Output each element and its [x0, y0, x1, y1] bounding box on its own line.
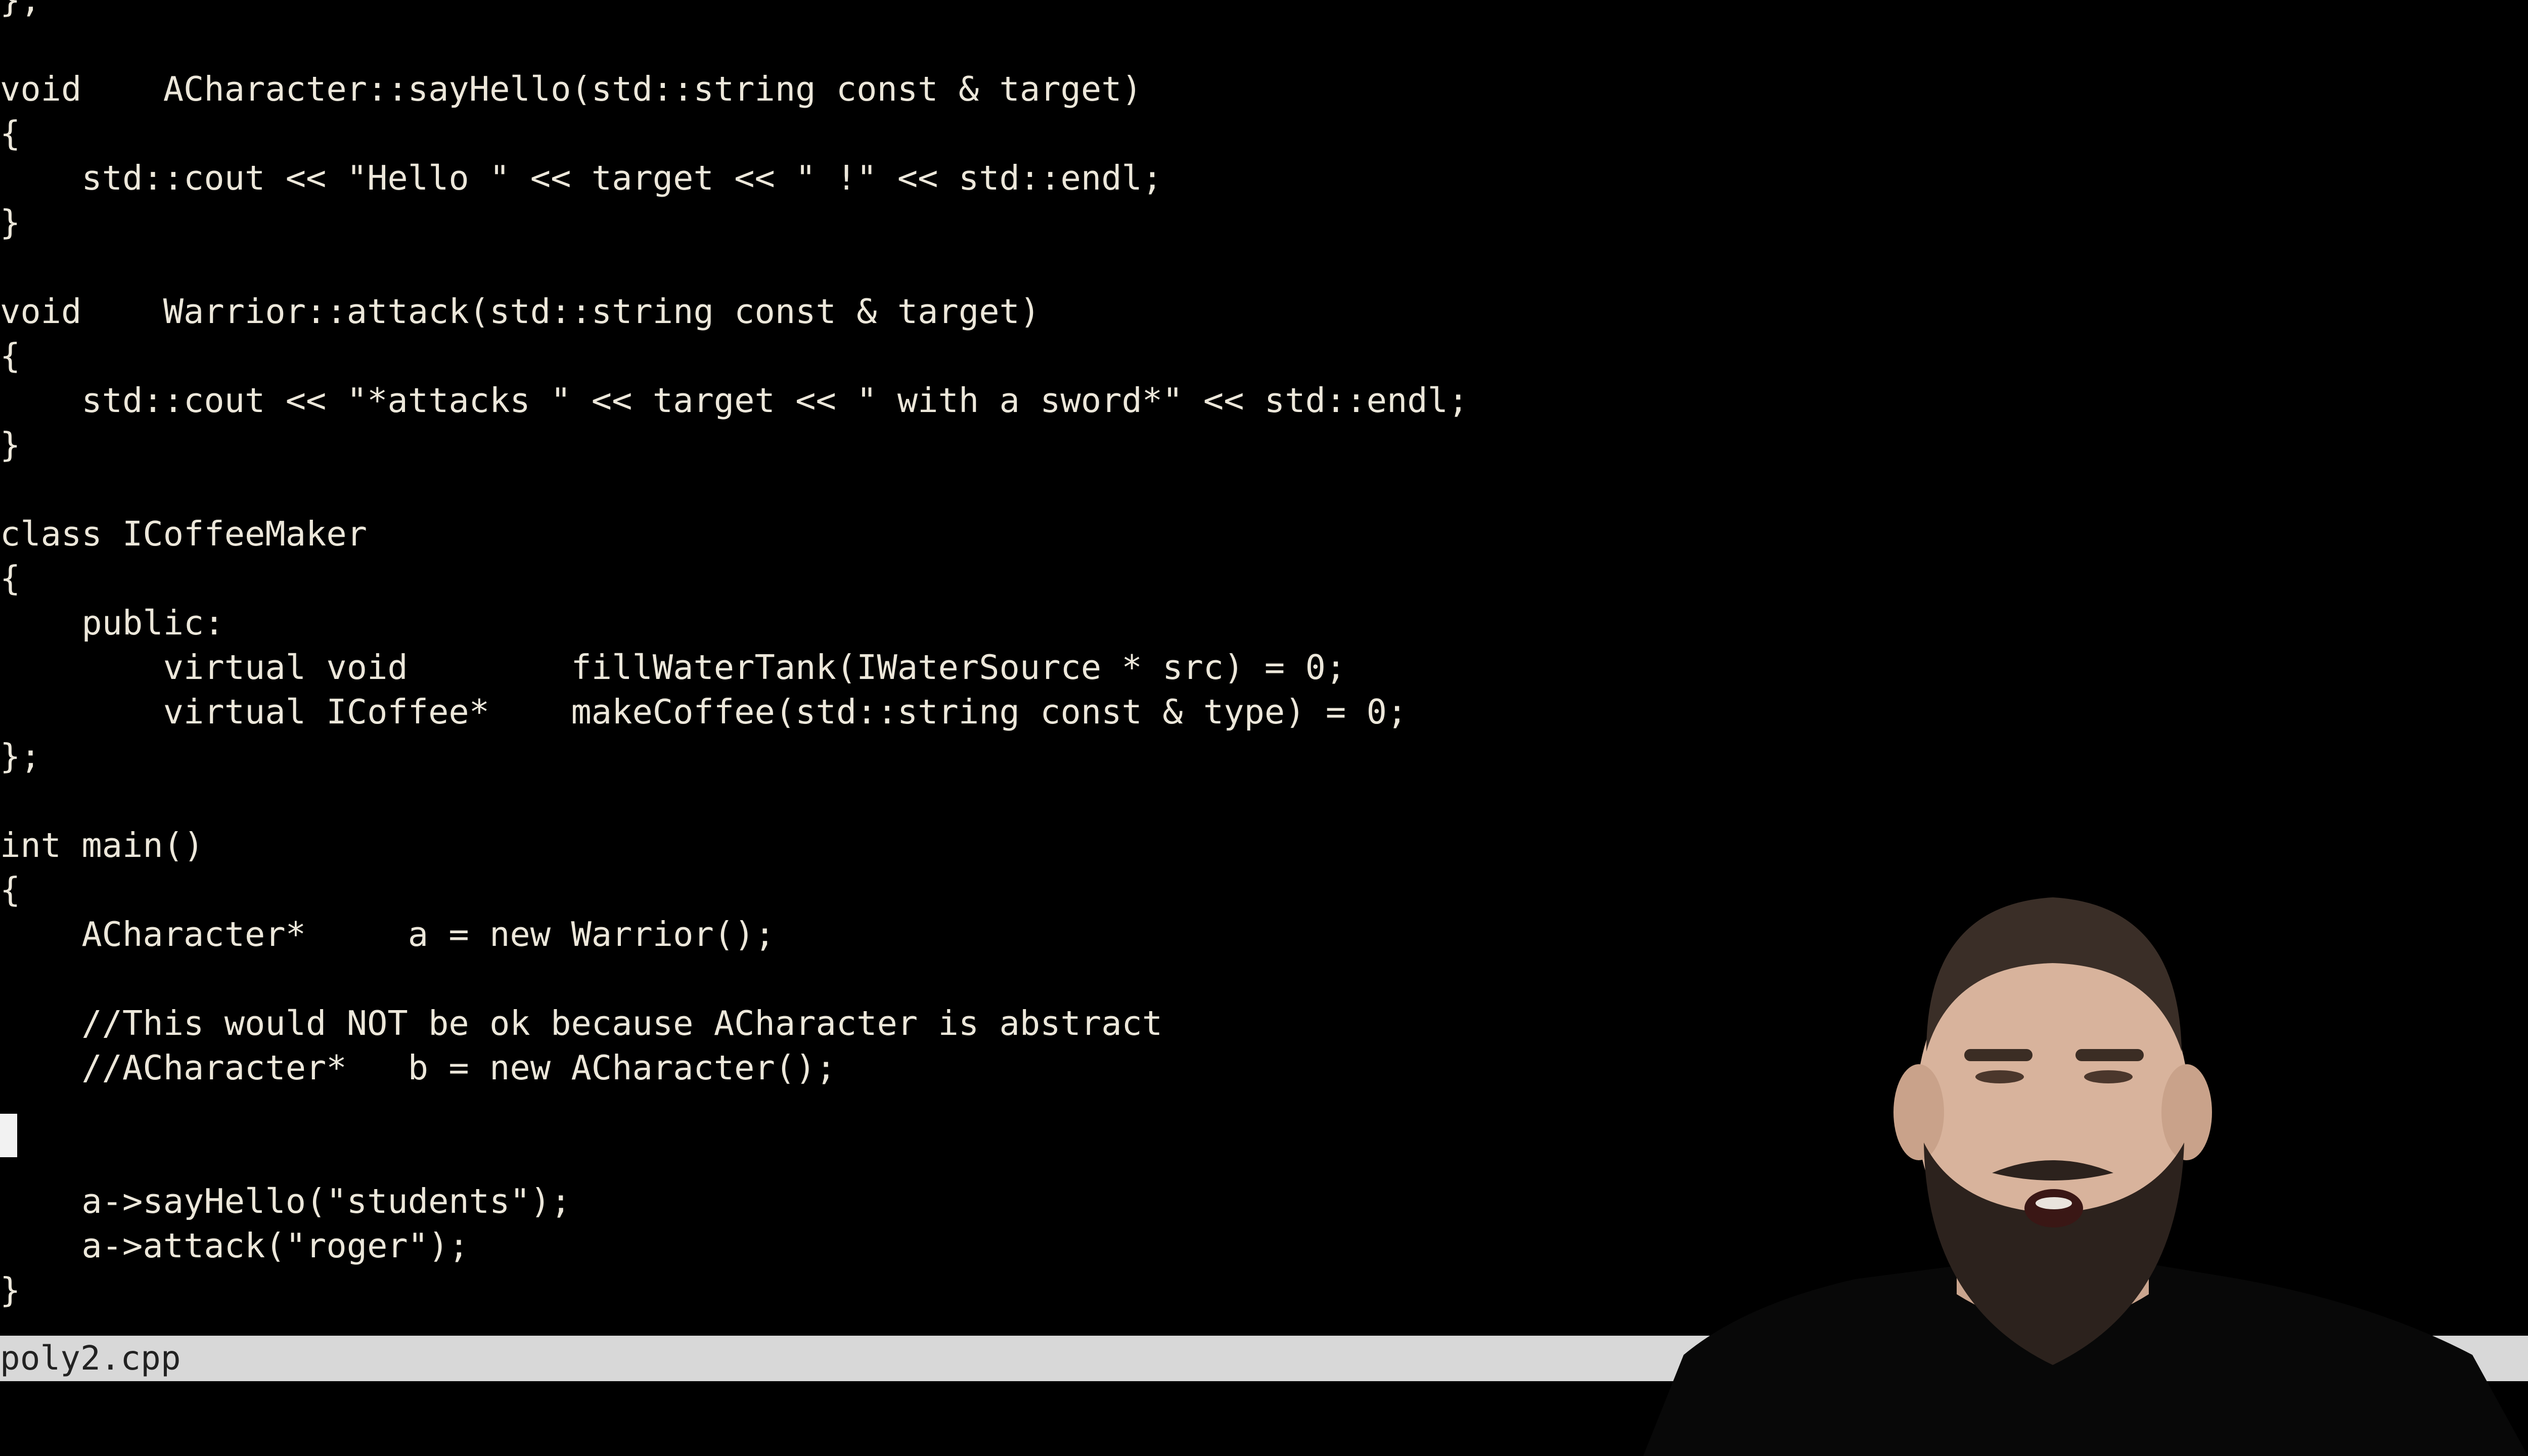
- text-cursor: [0, 1114, 17, 1157]
- code-line-21: {: [0, 870, 21, 909]
- code-line-14: {: [0, 559, 21, 598]
- code-line-13: class ICoffeeMaker: [0, 514, 368, 554]
- code-line-30: }: [0, 1270, 21, 1310]
- code-line-28: a->sayHello("students");: [0, 1181, 571, 1221]
- code-line-1: };: [0, 0, 41, 20]
- code-line-20: int main(): [0, 826, 204, 865]
- code-line-22: ACharacter* a = new Warrior();: [0, 915, 775, 954]
- code-line-11: }: [0, 425, 21, 465]
- code-line-16: virtual void fillWaterTank(IWaterSource …: [0, 648, 1346, 687]
- code-line-29: a->attack("roger");: [0, 1226, 469, 1265]
- code-line-15: public:: [0, 603, 224, 643]
- code-line-18: };: [0, 737, 41, 776]
- code-editor[interactable]: }; void ACharacter::sayHello(std::string…: [0, 0, 2528, 1335]
- code-line-9: {: [0, 336, 21, 376]
- code-line-6: }: [0, 203, 21, 242]
- status-filename: poly2.cpp: [0, 1339, 181, 1378]
- code-line-5: std::cout << "Hello " << target << " !" …: [0, 158, 1163, 198]
- code-line-3: void ACharacter::sayHello(std::string co…: [0, 69, 1142, 109]
- code-line-17: virtual ICoffee* makeCoffee(std::string …: [0, 692, 1408, 732]
- code-line-4: {: [0, 114, 21, 153]
- code-line-24: //This would NOT be ok because ACharacte…: [0, 1004, 1163, 1043]
- code-line-10: std::cout << "*attacks " << target << " …: [0, 381, 1469, 420]
- code-line-25: //ACharacter* b = new ACharacter();: [0, 1048, 836, 1087]
- status-bar: poly2.cpp: [0, 1336, 2528, 1381]
- code-line-8: void Warrior::attack(std::string const &…: [0, 292, 1041, 331]
- terminal-window: }; void ACharacter::sayHello(std::string…: [0, 0, 2528, 1456]
